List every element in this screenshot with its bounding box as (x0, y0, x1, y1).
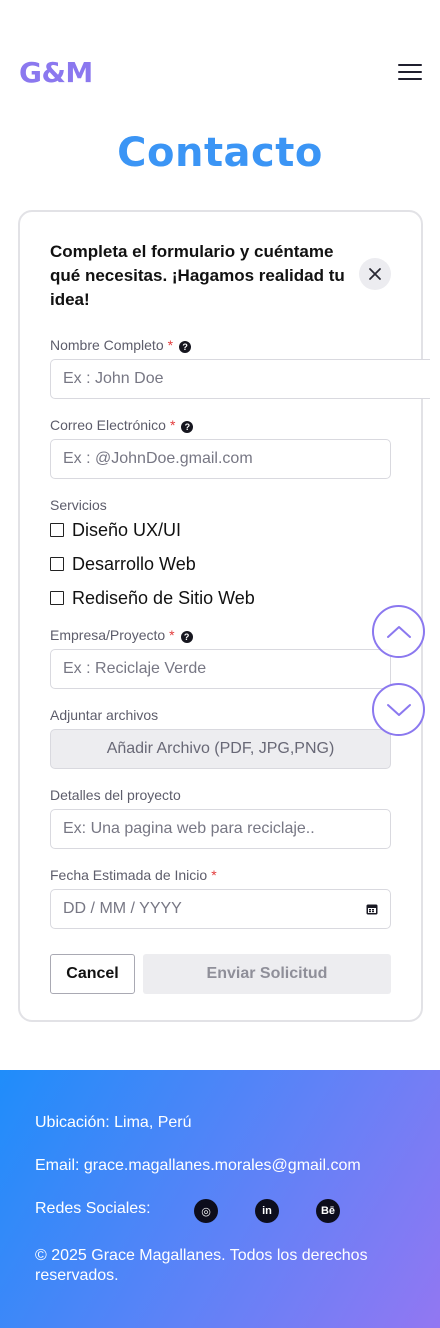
company-label: Empresa/Proyecto *? (50, 627, 193, 643)
submit-request-button[interactable]: Enviar Solicitud (143, 954, 391, 994)
help-icon[interactable]: ? (179, 341, 192, 353)
service-option-ux-ui[interactable]: Diseño UX/UI (50, 518, 181, 542)
hamburger-menu-icon[interactable] (396, 62, 424, 82)
start-date-input[interactable]: DD / MM / YYYY (50, 889, 391, 929)
details-input[interactable]: Ex: Una pagina web para reciclaje.. (50, 809, 391, 849)
scroll-down-button[interactable] (372, 683, 425, 736)
details-label: Detalles del proyecto (50, 787, 181, 803)
linkedin-icon[interactable]: in (255, 1199, 279, 1223)
attachments-label: Adjuntar archivos (50, 707, 159, 723)
scroll-up-button[interactable] (372, 605, 425, 658)
close-button[interactable] (359, 258, 391, 290)
calendar-icon[interactable] (366, 903, 378, 915)
required-mark: * (167, 337, 174, 353)
close-icon (369, 268, 381, 280)
checkbox[interactable] (50, 557, 64, 571)
chevron-up-icon (387, 626, 411, 638)
footer-email[interactable]: Email: grace.magallanes.morales@gmail.co… (35, 1157, 361, 1175)
email-label: Correo Electrónico *? (50, 417, 194, 433)
help-icon[interactable]: ? (180, 631, 193, 643)
email-input[interactable]: Ex : @JohnDoe.gmail.com (50, 439, 391, 479)
service-option-redesign[interactable]: Rediseño de Sitio Web (50, 586, 255, 610)
start-date-label: Fecha Estimada de Inicio * (50, 867, 217, 883)
chevron-down-icon (387, 704, 411, 716)
service-option-web-dev[interactable]: Desarrollo Web (50, 552, 196, 576)
name-label: Nombre Completo *? (50, 337, 192, 353)
services-label: Servicios (50, 497, 107, 513)
contact-form-card: Completa el formulario y cuéntame qué ne… (18, 210, 430, 1022)
footer: Ubicación: Lima, Perú Email: grace.magal… (0, 1070, 440, 1328)
instagram-icon[interactable]: ◎ (194, 1199, 218, 1223)
required-mark: * (211, 867, 217, 883)
cancel-button[interactable]: Cancel (50, 954, 135, 994)
checkbox[interactable] (50, 591, 64, 605)
help-icon[interactable]: ? (181, 421, 194, 433)
form-heading: Completa el formulario y cuéntame qué ne… (50, 242, 345, 309)
footer-location: Ubicación: Lima, Perú (35, 1114, 192, 1131)
checkbox[interactable] (50, 523, 64, 537)
required-mark: * (169, 417, 176, 433)
add-file-button[interactable]: Añadir Archivo (PDF, JPG,PNG) (50, 729, 391, 769)
behance-icon[interactable]: Bē (316, 1199, 340, 1223)
name-input[interactable]: Ex : John Doe (50, 359, 430, 399)
company-input[interactable]: Ex : Reciclaje Verde (50, 649, 391, 689)
copyright: © 2025 Grace Magallanes. Todos los derec… (35, 1247, 368, 1284)
footer-social-label: Redes Sociales: (35, 1200, 151, 1217)
header: G&M (0, 0, 440, 120)
required-mark: * (169, 627, 175, 643)
logo[interactable]: G&M (19, 56, 93, 89)
page-title: Contacto (117, 130, 323, 176)
